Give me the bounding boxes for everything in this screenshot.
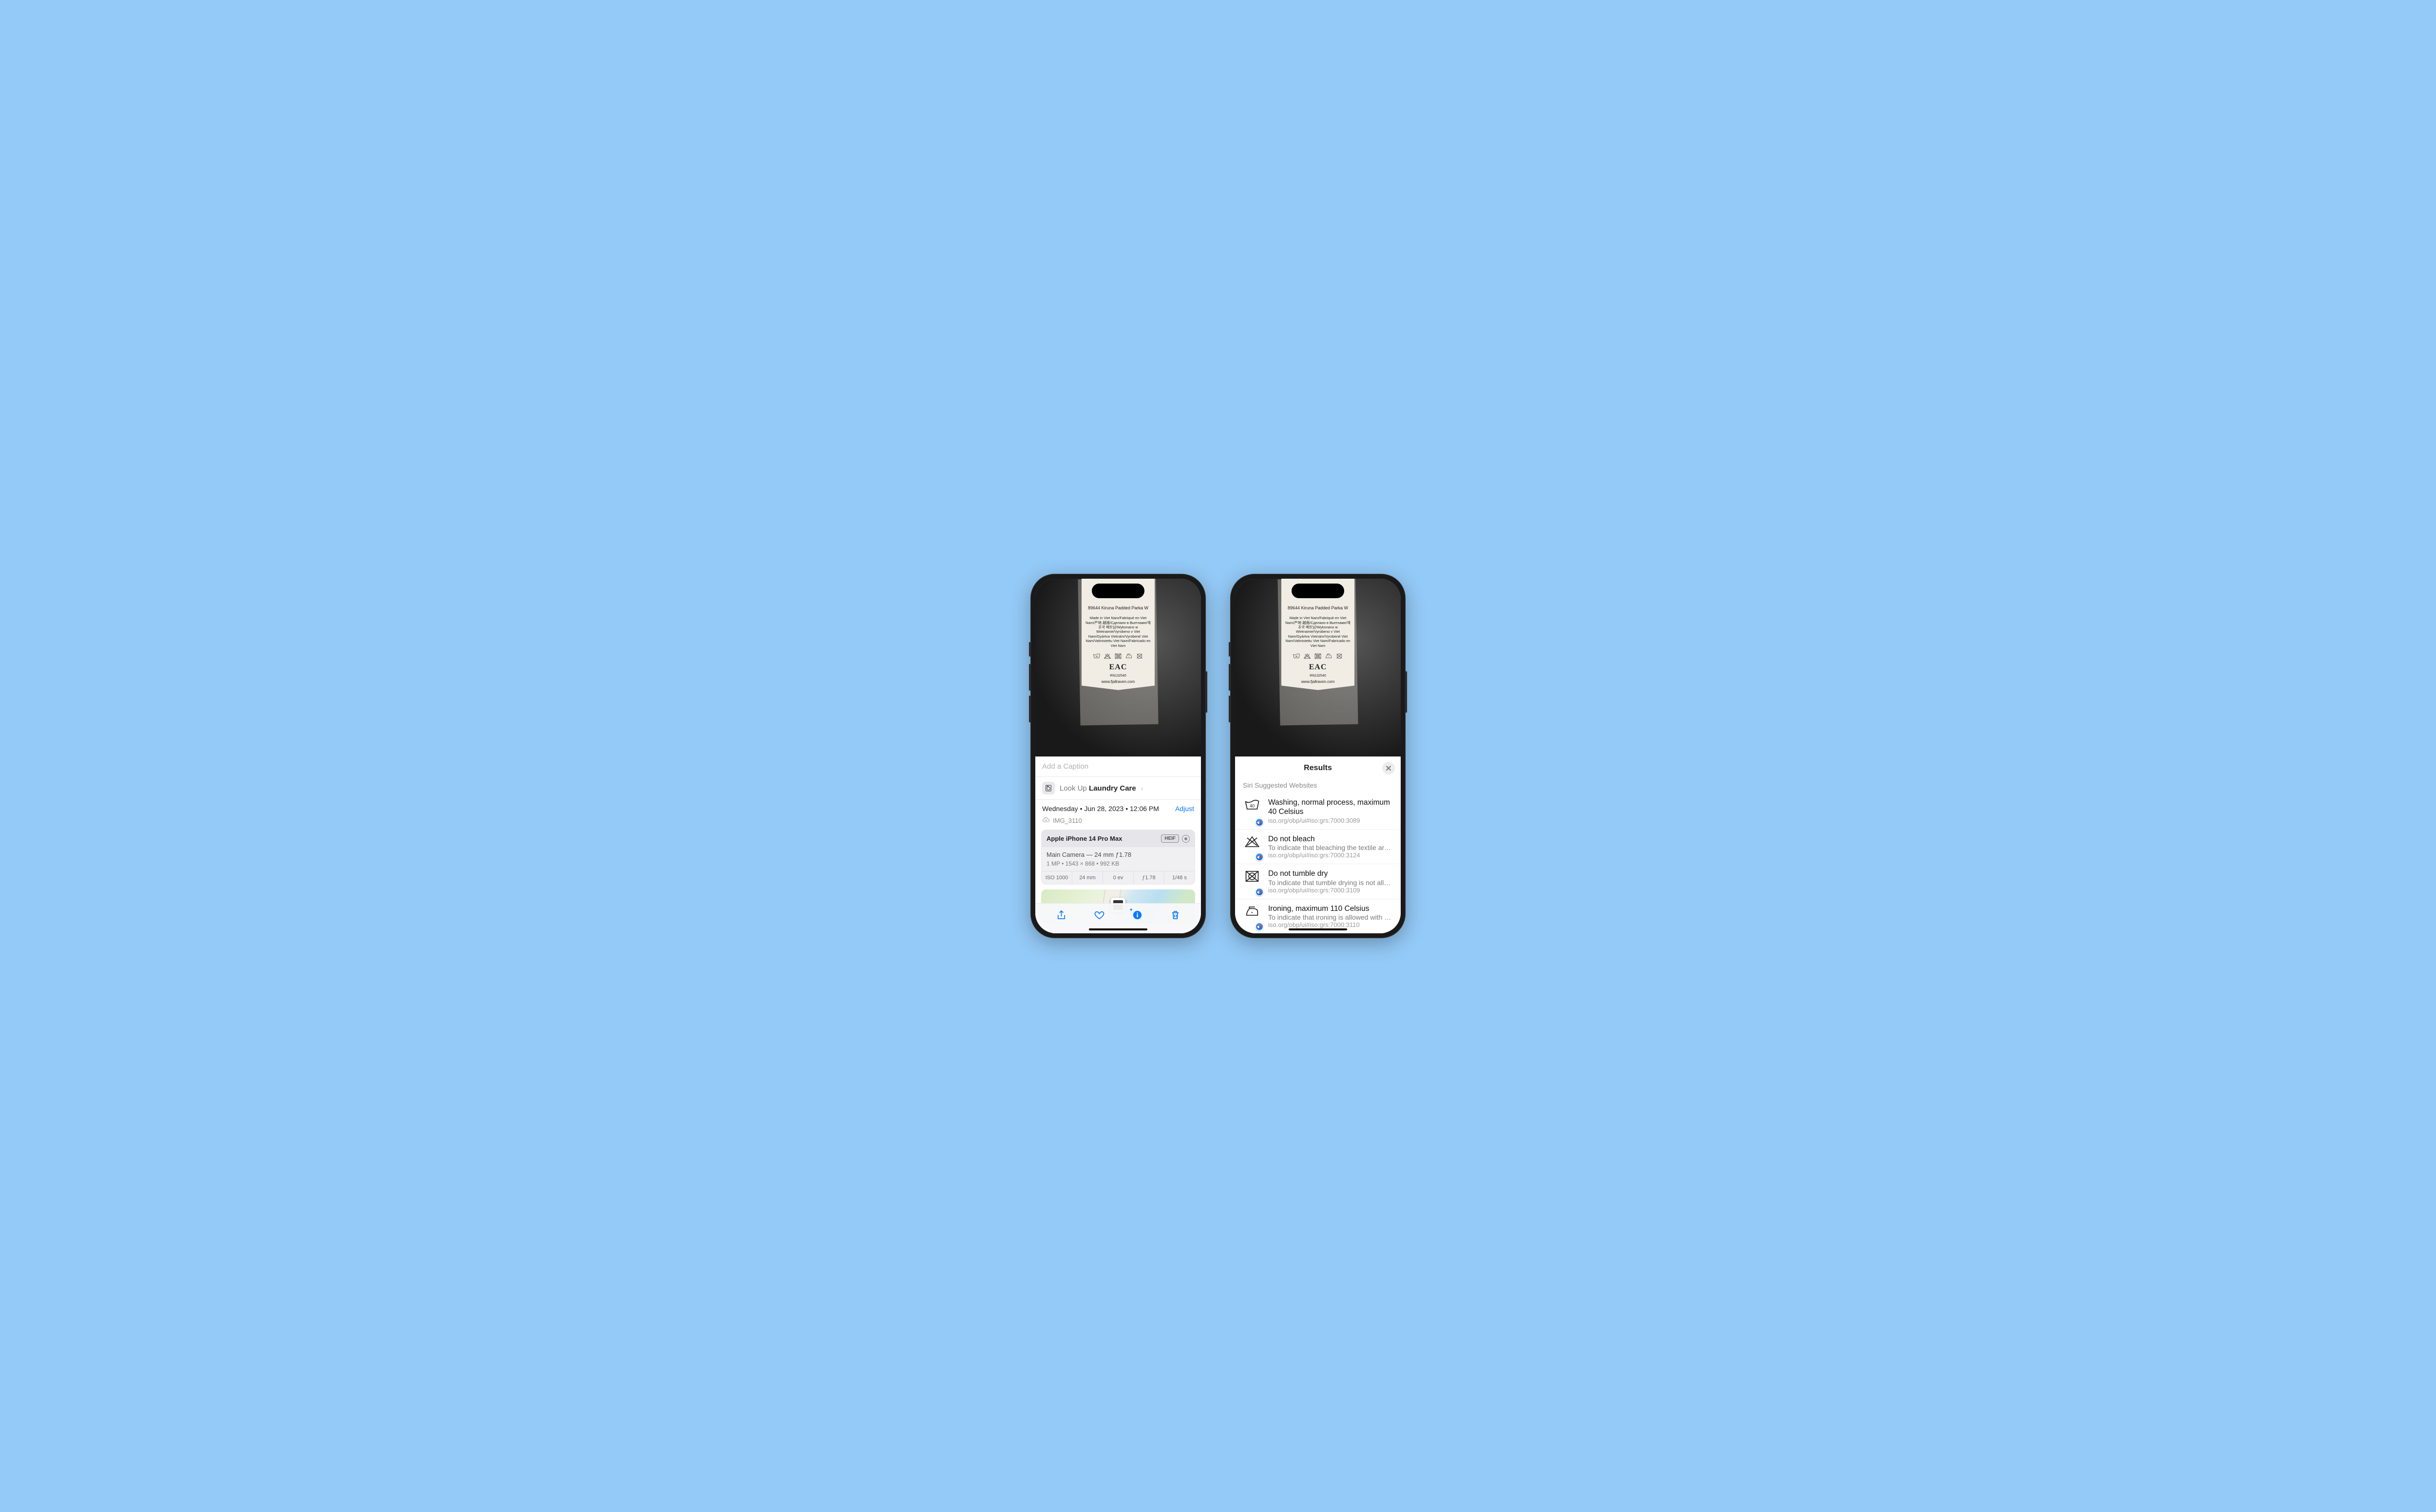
result-title: Do not bleach [1268,834,1393,844]
home-indicator[interactable] [1089,928,1147,930]
result-description: To indicate that tumble drying is not al… [1268,879,1393,887]
safari-badge-icon [1256,888,1263,896]
phone-right: 89644 Kiruna Padded Parka W Made in Viet… [1230,574,1406,938]
result-url: iso.org/obp/ui#iso:grs:7000:3109 [1268,887,1393,894]
device-info-card: Apple iPhone 14 Pro Max HEIF Main Camera… [1041,830,1195,885]
section-header: Siri Suggested Websites [1235,777,1401,793]
filename-label: IMG_3110 [1053,817,1082,824]
result-url: iso.org/obp/ui#iso:grs:7000:3110 [1268,921,1393,928]
lookup-label: Look Up Laundry Care [1060,784,1136,793]
safari-badge-icon [1256,818,1263,826]
result-description: To indicate that bleaching the textile a… [1268,844,1393,851]
visual-lookup-row[interactable]: Look Up Laundry Care › [1035,777,1201,800]
share-button[interactable] [1056,909,1067,923]
icloud-icon [1042,816,1050,825]
result-symbol-icon [1243,904,1261,928]
caption-field[interactable]: Add a Caption [1035,756,1201,777]
result-symbol-icon [1243,869,1261,893]
exif-row: ISO 1000 24 mm 0 ev ƒ1.78 1/48 s [1042,871,1195,884]
favorite-button[interactable] [1094,909,1105,923]
dynamic-island [1092,584,1144,598]
result-symbol-icon [1243,834,1261,859]
datetime-label: Wednesday • Jun 28, 2023 • 12:06 PM [1042,805,1159,813]
format-badge: HEIF [1161,834,1179,843]
result-url: iso.org/obp/ui#iso:grs:7000:3124 [1268,851,1393,859]
result-title: Do not tumble dry [1268,869,1393,878]
chevron-right-icon: › [1141,784,1143,792]
safari-badge-icon [1256,923,1263,930]
result-row[interactable]: Do not tumble dry To indicate that tumbl… [1235,864,1401,899]
result-url: iso.org/obp/ui#iso:grs:7000:3089 [1268,817,1393,824]
close-button[interactable] [1382,762,1395,775]
dynamic-island [1292,584,1344,598]
photo-preview[interactable]: 89644 Kiruna Padded Parka W Made in Viet… [1235,579,1401,756]
result-title: Washing, normal process, maximum 40 Cels… [1268,798,1393,817]
delete-button[interactable] [1170,909,1181,923]
sparkle-icon: ✦ [1129,907,1133,913]
laundry-lookup-icon [1042,782,1055,794]
phone-left: 89644 Kiruna Padded Parka W Made in Viet… [1030,574,1206,938]
photo-preview[interactable]: 89644 Kiruna Padded Parka W Made in Viet… [1035,579,1201,756]
results-sheet: Results Siri Suggested Websites Washing,… [1235,758,1401,933]
safari-badge-icon [1256,853,1263,861]
info-button[interactable]: ✦ [1132,909,1143,923]
lens-target-icon [1182,835,1190,843]
results-list: Washing, normal process, maximum 40 Cels… [1235,793,1401,933]
home-indicator[interactable] [1289,928,1347,930]
result-title: Ironing, maximum 110 Celsius [1268,904,1393,913]
lens-label: Main Camera — 24 mm ƒ1.78 [1042,847,1195,860]
sheet-title: Results [1304,764,1332,773]
result-row[interactable]: Do not bleach To indicate that bleaching… [1235,830,1401,864]
adjust-button[interactable]: Adjust [1175,805,1194,813]
result-symbol-icon [1243,798,1261,824]
result-description: To indicate that ironing is allowed with… [1268,913,1393,921]
result-row[interactable]: Washing, normal process, maximum 40 Cels… [1235,793,1401,830]
dimensions-label: 1 MP • 1543 × 868 • 992 KB [1042,860,1195,871]
device-name: Apple iPhone 14 Pro Max [1047,835,1122,842]
